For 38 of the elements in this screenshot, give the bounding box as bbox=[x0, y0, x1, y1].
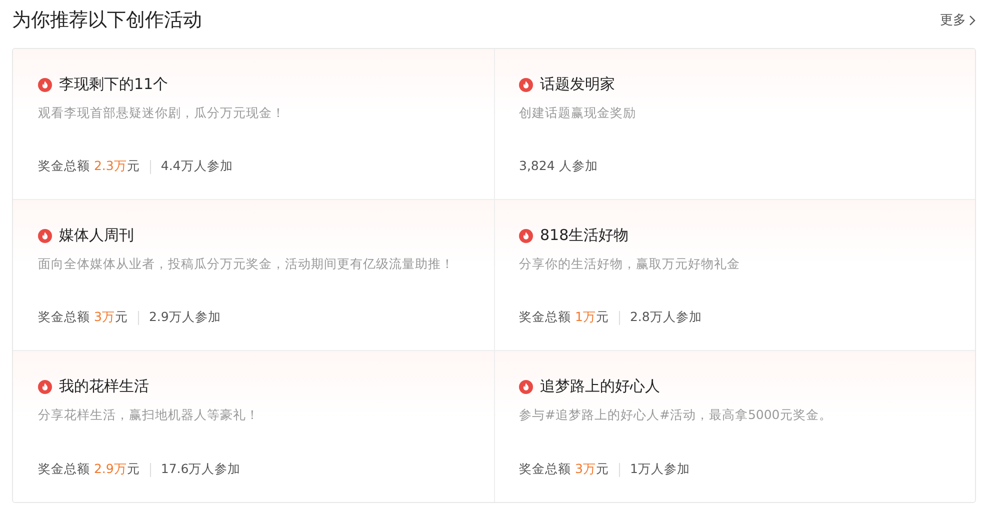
flame-icon bbox=[38, 380, 52, 394]
activity-title: 话题发明家 bbox=[540, 75, 615, 94]
activity-description: 分享你的生活好物，赢取万元好物礼金 bbox=[519, 255, 741, 273]
activity-description: 参与#追梦路上的好心人#活动，最高拿5000元奖金。 bbox=[519, 406, 833, 424]
participant-count: 2.8万人参加 bbox=[630, 309, 702, 326]
activity-title: 我的花样生活 bbox=[59, 377, 149, 396]
prize-total: 奖金总额 2.3万元 bbox=[38, 158, 140, 175]
activity-description: 面向全体媒体从业者，投稿瓜分万元奖金，活动期间更有亿级流量助推！ bbox=[38, 255, 455, 273]
activity-description: 观看李现首部悬疑迷你剧，瓜分万元现金！ bbox=[38, 104, 286, 122]
activity-card[interactable]: 追梦路上的好心人 参与#追梦路上的好心人#活动，最高拿5000元奖金。 奖金总额 3万元 1万人参加 bbox=[494, 351, 975, 502]
participant-count: 4.4万人参加 bbox=[160, 158, 233, 175]
participant-count: 3,824 人参加 bbox=[519, 158, 598, 175]
prize-total: 奖金总额 2.9万元 bbox=[38, 461, 140, 478]
prize-total: 奖金总额 3万元 bbox=[519, 461, 609, 478]
flame-icon bbox=[519, 380, 533, 394]
activity-card[interactable]: 李现剩下的11个 观看李现首部悬疑迷你剧，瓜分万元现金！ 奖金总额 2.3万元 4.4万人参加 bbox=[13, 49, 494, 200]
activity-card[interactable]: 818生活好物 分享你的生活好物，赢取万元好物礼金 奖金总额 1万元 2.8万人参加 bbox=[494, 200, 975, 351]
flame-icon bbox=[38, 228, 52, 242]
activity-card[interactable]: 媒体人周刊 面向全体媒体从业者，投稿瓜分万元奖金，活动期间更有亿级流量助推！ 奖金总额 3万元 2.9万人参加 bbox=[13, 200, 494, 351]
activity-title: 追梦路上的好心人 bbox=[540, 377, 660, 396]
activity-description: 分享花样生活，赢扫地机器人等豪礼！ bbox=[38, 406, 260, 424]
flame-icon bbox=[519, 78, 533, 92]
activity-card[interactable]: 我的花样生活 分享花样生活，赢扫地机器人等豪礼！ 奖金总额 2.9万元 17.6万人参加 bbox=[13, 351, 494, 502]
flame-icon bbox=[519, 228, 533, 242]
section-title: 为你推荐以下创作活动 bbox=[12, 8, 202, 33]
activity-description: 创建话题赢现金奖励 bbox=[519, 104, 637, 122]
activity-title: 李现剩下的11个 bbox=[59, 75, 168, 94]
prize-total: 奖金总额 1万元 bbox=[519, 309, 609, 326]
participant-count: 17.6万人参加 bbox=[160, 461, 241, 478]
participant-count: 1万人参加 bbox=[630, 461, 690, 478]
activity-title: 媒体人周刊 bbox=[59, 226, 134, 245]
prize-total: 奖金总额 3万元 bbox=[38, 309, 128, 326]
participant-count: 2.9万人参加 bbox=[148, 309, 221, 326]
activity-title: 818生活好物 bbox=[540, 226, 629, 245]
flame-icon bbox=[38, 78, 52, 92]
chevron-right-icon bbox=[969, 14, 976, 26]
activity-card[interactable]: 话题发明家 创建话题赢现金奖励 3,824 人参加 bbox=[494, 49, 975, 200]
more-link[interactable]: 更多 bbox=[940, 11, 976, 29]
